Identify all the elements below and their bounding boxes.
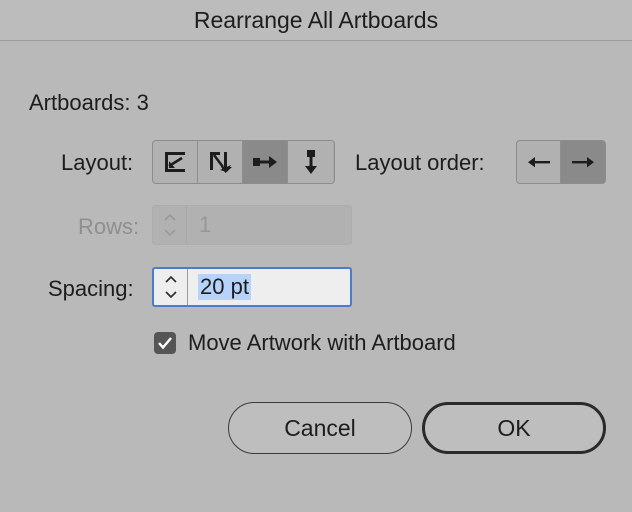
stepper-arrows-icon	[163, 213, 176, 237]
layout-arrange-by-column-button[interactable]	[288, 141, 333, 183]
layout-order-right-to-left-button[interactable]	[561, 141, 605, 183]
spacing-input[interactable]: 20 pt	[198, 274, 251, 300]
cancel-button[interactable]: Cancel	[228, 402, 412, 454]
rows-value: 1	[199, 212, 212, 237]
move-artwork-checkbox[interactable]	[154, 332, 176, 354]
grid-by-row-icon	[165, 152, 185, 172]
artboards-count-label: Artboards: 3	[29, 90, 149, 115]
arrow-right-icon	[572, 157, 594, 168]
spacing-stepper[interactable]	[154, 269, 188, 305]
layout-grid-by-column-button[interactable]	[198, 141, 243, 183]
layout-segmented-control	[152, 140, 335, 184]
arrange-by-row-icon	[253, 156, 277, 168]
move-artwork-option[interactable]: Move Artwork with Artboard	[154, 330, 456, 356]
stepper-arrows-icon	[164, 275, 177, 299]
grid-by-column-icon	[210, 152, 232, 173]
checkmark-icon	[158, 337, 172, 350]
rearrange-artboards-dialog: Rearrange All Artboards Artboards: 3 Lay…	[0, 0, 632, 512]
move-artwork-label[interactable]: Move Artwork with Artboard	[188, 330, 456, 356]
title-bar[interactable]: Rearrange All Artboards	[0, 0, 632, 41]
layout-order-segmented-control	[516, 140, 606, 184]
dialog-title: Rearrange All Artboards	[193, 6, 439, 33]
layout-order-left-to-right-button[interactable]	[517, 141, 562, 183]
arrow-left-icon	[527, 157, 550, 168]
rows-field: 1	[152, 205, 352, 245]
layout-grid-by-row-button[interactable]	[153, 141, 198, 183]
ok-button[interactable]: OK	[422, 402, 606, 454]
layout-order-label: Layout order:	[355, 150, 485, 175]
layout-label: Layout:	[61, 150, 134, 175]
layout-arrange-by-row-button[interactable]	[243, 141, 288, 183]
spacing-label: Spacing:	[48, 276, 134, 301]
spacing-field[interactable]: 20 pt	[152, 267, 352, 307]
rows-stepper	[153, 206, 187, 244]
rows-label: Rows:	[78, 214, 140, 239]
arrange-by-column-icon	[304, 150, 317, 174]
